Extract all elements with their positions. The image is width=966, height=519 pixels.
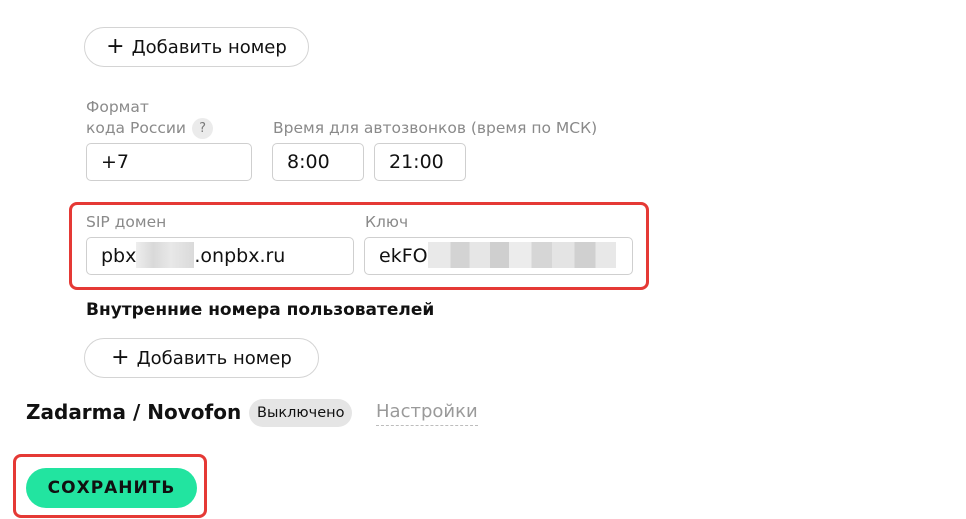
help-icon[interactable]: ? [192, 118, 214, 139]
autocall-from-value: 8:00 [287, 151, 330, 173]
plus-icon: + [106, 34, 125, 59]
status-badge[interactable]: Выключено [249, 399, 353, 427]
country-code-value: +7 [101, 151, 130, 173]
add-number-button[interactable]: + Добавить номер [84, 338, 319, 378]
format-label: Формат кода России? [86, 97, 214, 139]
internal-numbers-heading: Внутренние номера пользователей [86, 300, 435, 320]
sip-domain-input[interactable]: pbx .onpbx.ru [86, 237, 354, 275]
save-button[interactable]: СОХРАНИТЬ [26, 468, 197, 508]
autocall-to-value: 21:00 [389, 151, 444, 173]
sip-domain-prefix: pbx [101, 245, 137, 267]
settings-link[interactable]: Настройки [376, 401, 478, 426]
redacted-area [136, 242, 195, 268]
sip-domain-suffix: .onpbx.ru [194, 245, 286, 267]
sip-key-prefix: ekFO [379, 245, 428, 267]
plus-icon: + [111, 345, 130, 370]
format-label-line1: Формат [86, 98, 149, 116]
redacted-area [427, 242, 616, 268]
sip-key-label: Ключ [365, 213, 409, 231]
sip-key-input[interactable]: ekFO [364, 237, 633, 275]
add-number-label: Добавить номер [136, 347, 292, 369]
country-code-input[interactable]: +7 [86, 143, 252, 181]
autocall-time-label: Время для автозвонков (время по МСК) [273, 119, 598, 137]
add-number-label: Добавить номер [131, 36, 287, 58]
sip-domain-label: SIP домен [86, 213, 167, 231]
autocall-from-input[interactable]: 8:00 [272, 143, 364, 181]
provider-name: Zadarma / Novofon [26, 400, 242, 424]
add-number-button-top[interactable]: + Добавить номер [84, 27, 309, 67]
autocall-to-input[interactable]: 21:00 [374, 143, 466, 181]
format-label-line2: кода России? [86, 118, 214, 139]
